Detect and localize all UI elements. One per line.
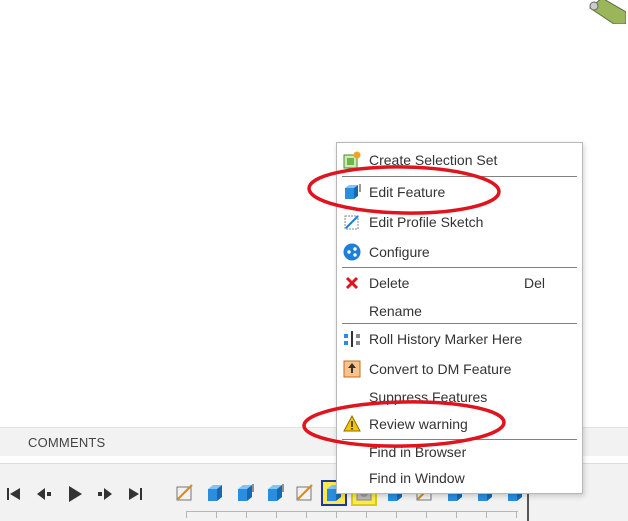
- skip-to-end-icon[interactable]: [127, 486, 145, 502]
- step-forward-icon[interactable]: [96, 486, 114, 502]
- convert-dm-icon: [343, 360, 361, 378]
- menu-item-edit-feature[interactable]: Edit Feature: [337, 178, 582, 206]
- timeline-extrude-icon[interactable]: [204, 482, 226, 504]
- menu-item-rename[interactable]: Rename: [337, 297, 582, 325]
- view-cube-corner[interactable]: [586, 0, 627, 25]
- profile-sketch-icon: [343, 213, 361, 231]
- menu-separator: [342, 323, 577, 324]
- menu-item-suppress-features[interactable]: Suppress Features: [337, 383, 582, 411]
- warning-icon: [343, 415, 361, 433]
- delete-shortcut: Del: [524, 275, 546, 291]
- timeline-extrude-icon[interactable]: [234, 482, 256, 504]
- roll-history-icon: [343, 330, 361, 348]
- menu-item-find-in-window[interactable]: Find in Window: [337, 464, 582, 492]
- comments-label: COMMENTS: [28, 435, 106, 450]
- menu-item-edit-profile-sketch[interactable]: Edit Profile Sketch: [337, 208, 582, 236]
- play-icon[interactable]: [66, 486, 84, 502]
- step-back-icon[interactable]: [36, 486, 54, 502]
- menu-separator: [342, 176, 577, 177]
- selection-set-icon: [343, 151, 361, 169]
- timeline-sketch-icon[interactable]: [174, 482, 196, 504]
- menu-item-review-warning[interactable]: Review warning: [337, 410, 582, 438]
- timeline-extrude-icon[interactable]: [264, 482, 286, 504]
- delete-icon: [343, 274, 361, 292]
- timeline-ruler: [186, 511, 518, 518]
- menu-item-delete[interactable]: Delete Del: [337, 269, 582, 297]
- timeline-sketch-icon[interactable]: [294, 482, 316, 504]
- menu-item-roll-history-marker[interactable]: Roll History Marker Here: [337, 325, 582, 353]
- edit-feature-icon: [343, 183, 361, 201]
- context-menu: Create Selection Set Edit Feature Edit P…: [336, 142, 583, 494]
- configure-icon: [343, 243, 361, 261]
- menu-item-create-selection-set[interactable]: Create Selection Set: [337, 146, 582, 174]
- menu-item-convert-dm-feature[interactable]: Convert to DM Feature: [337, 355, 582, 383]
- menu-item-find-in-browser[interactable]: Find in Browser: [337, 438, 582, 466]
- menu-separator: [342, 267, 577, 268]
- skip-to-start-icon[interactable]: [5, 486, 23, 502]
- menu-item-configure[interactable]: Configure: [337, 238, 582, 266]
